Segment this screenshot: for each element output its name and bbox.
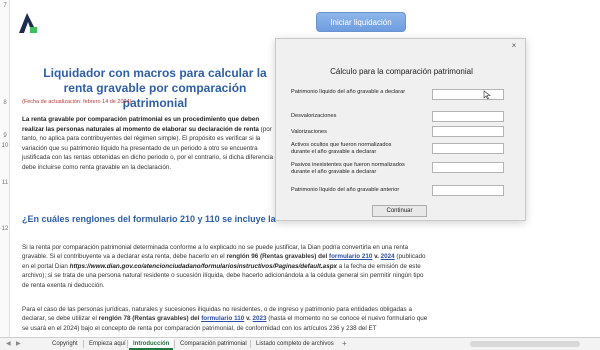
tab-divider [83,340,84,348]
add-sheet-icon[interactable]: + [342,339,347,348]
dian-url: https://www.dian.gov.co/atencionciudadan… [69,262,338,270]
field-label-desvalorizaciones: Desvalorizaciones [291,113,337,119]
tab-divider [250,340,251,348]
valorizaciones-input[interactable] [432,126,504,137]
field-label-patrimonio-actual: Patrimonio líquido del año gravable a de… [291,89,406,95]
update-date: (Fecha de actualización: febrero 14 de 2… [22,99,132,105]
tab-copyright[interactable]: Copyright [48,338,82,350]
form-110-version-link[interactable]: 2023 [253,315,267,322]
patrimonio-actual-input[interactable] [432,89,504,100]
row-number: 9 [3,133,7,139]
horizontal-scrollbar[interactable] [470,341,580,347]
intro-paragraph: La renta gravable por comparación patrim… [22,115,277,173]
field-label-patrimonio-anterior: Patrimonio líquido del año gravable ante… [291,187,400,193]
dialog-title: Cálculo para la comparación patrimonial [330,67,473,76]
sheet-tab-bar: ◀ ▶ Copyright Empieza aquí Introducción … [0,337,600,350]
tab-divider [127,340,128,348]
comparison-dialog: × Cálculo para la comparación patrimonia… [275,38,526,221]
section-heading: ¿En cuáles renglones del formulario 210 … [22,214,277,224]
paragraph-bold-text: v. [372,253,381,261]
row-number: 8 [3,100,7,106]
tab-comparacion-patrimonial[interactable]: Comparación patrimonial [176,338,251,350]
tab-divider [174,340,175,348]
previous-sheet-icon[interactable]: ◀ [6,340,11,347]
intro-bold-text: La renta gravable por comparación patrim… [22,116,260,133]
form-110-paragraph: Para el caso de las personas jurídicas, … [22,305,432,333]
paragraph-bold-text: renglón 96 (Rentas gravables) del [226,253,328,261]
paragraph-bold-text: renglón 78 (Rentas gravables) del [98,315,200,323]
next-sheet-icon[interactable]: ▶ [16,340,21,347]
form-110-link[interactable]: formulario 110 [201,315,244,322]
tab-introduccion[interactable]: Introducción [129,338,174,350]
actualicese-logo-icon [19,13,37,33]
start-liquidation-button[interactable]: Iniciar liquidación [316,12,406,32]
mouse-cursor-icon [483,90,491,100]
form-210-version-link[interactable]: 2024 [381,253,395,260]
tab-listado-completo[interactable]: Listado completo de archivos [252,338,338,350]
row-headers: 7 8 9 10 11 12 [0,0,10,337]
field-label-activos-ocultos: Activos ocultos que fueron normalizados … [291,142,392,155]
row-number: 12 [1,226,9,232]
continue-button[interactable]: Continuar [372,205,427,217]
field-label-pasivos-inexistentes: Pasivos inexistentes que fueron normaliz… [291,162,405,175]
close-icon[interactable]: × [509,41,519,51]
row-number: 11 [1,180,9,186]
field-label-valorizaciones: Valorizaciones [291,129,327,135]
paragraph-bold-text: v. [244,315,253,323]
form-210-paragraph: Si la renta por comparación patrimonial … [22,243,432,290]
desvalorizaciones-input[interactable] [432,111,504,122]
tab-empieza-aqui[interactable]: Empieza aquí [85,338,130,350]
form-210-link[interactable]: formulario 210 [329,253,372,260]
patrimonio-anterior-input[interactable] [432,185,504,196]
activos-ocultos-input[interactable] [432,143,504,154]
row-number: 7 [3,3,7,9]
pasivos-inexistentes-input[interactable] [432,162,504,173]
row-number: 10 [1,143,9,149]
